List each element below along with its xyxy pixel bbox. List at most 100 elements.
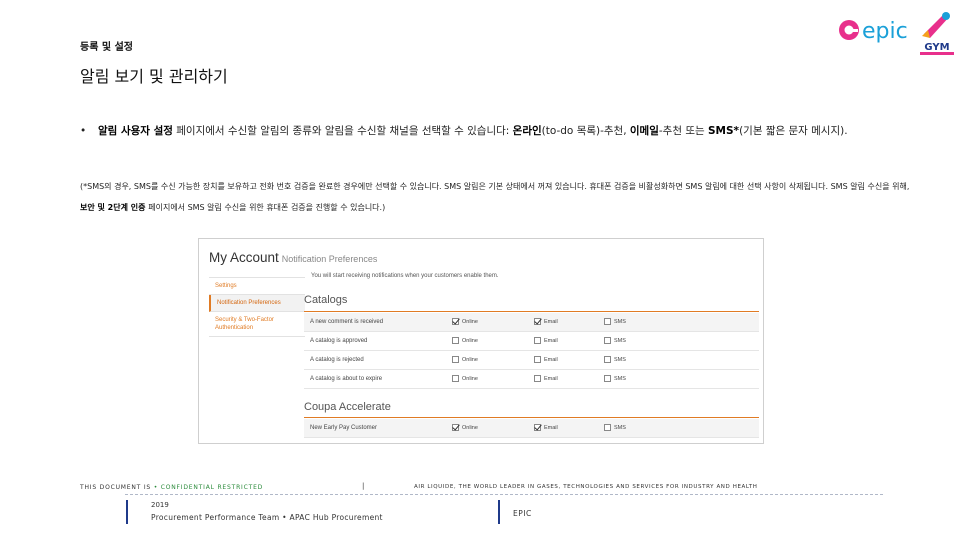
bold-online: 온라인 — [512, 125, 542, 137]
email-option[interactable]: Email — [534, 375, 558, 382]
option-label: SMS — [614, 375, 626, 382]
online-checkbox[interactable] — [452, 375, 459, 382]
footer-brand: EPIC — [513, 509, 532, 518]
email-checkbox[interactable] — [534, 337, 541, 344]
online-option[interactable]: Online — [452, 356, 478, 363]
notification-preferences-subtitle: Notification Preferences — [281, 254, 378, 264]
confidential-label: • CONFIDENTIAL RESTRICTED — [153, 484, 264, 491]
email-checkbox[interactable] — [534, 375, 541, 382]
bold-security-page: 보안 및 2단계 인증 — [80, 203, 149, 212]
page-title: 알림 보기 및 관리하기 — [80, 67, 228, 86]
option-label: Email — [544, 356, 558, 363]
description-bullet: • 알림 사용자 설정 페이지에서 수신할 알림의 종류와 알림을 수신할 채널… — [80, 118, 910, 144]
sms-note: (*SMS의 경우, SMS를 수신 가능한 장치를 보유하고 전화 번호 검증… — [80, 176, 910, 218]
epic-logo-text: epic — [862, 19, 908, 44]
table-row: New Early Pay Customer Online Email SMS — [304, 419, 759, 438]
sms-option[interactable]: SMS — [604, 424, 626, 431]
email-checkbox[interactable] — [534, 318, 541, 325]
footer-divider — [125, 494, 883, 495]
breadcrumb: 등록 및 설정 — [80, 42, 133, 53]
row-label: A catalog is about to expire — [310, 376, 383, 382]
bold-sms: SMS* — [707, 125, 740, 137]
accelerate-table: New Early Pay Customer Online Email SMS — [304, 419, 759, 438]
online-checkbox[interactable] — [452, 424, 459, 431]
text-segment: (기본 짧은 문자 메시지). — [739, 125, 848, 137]
email-checkbox[interactable] — [534, 424, 541, 431]
document-classification: THIS DOCUMENT IS • CONFIDENTIAL RESTRICT… — [80, 484, 263, 491]
sms-checkbox[interactable] — [604, 424, 611, 431]
gym-logo: GYM — [920, 12, 954, 55]
online-checkbox[interactable] — [452, 356, 459, 363]
section-divider — [304, 417, 759, 418]
sidebar-item-notification-preferences[interactable]: Notification Preferences — [209, 295, 305, 312]
text-segment: 페이지에서 수신할 알림의 종류와 알림을 수신할 채널을 선택할 수 있습니다… — [172, 125, 513, 137]
option-label: Email — [544, 337, 558, 344]
my-account-title: My Account — [209, 250, 279, 265]
sms-option[interactable]: SMS — [604, 375, 626, 382]
table-row: A new comment is received Online Email S… — [304, 313, 759, 332]
row-label: A catalog is rejected — [310, 357, 364, 363]
sidebar-item-security[interactable]: Security & Two-Factor Authentication — [209, 312, 305, 337]
sms-checkbox[interactable] — [604, 318, 611, 325]
option-label: Online — [462, 424, 478, 431]
bullet-dot: • — [80, 125, 87, 137]
sms-option[interactable]: SMS — [604, 356, 626, 363]
footer-year: 2019 — [151, 501, 169, 509]
sidebar-item-settings[interactable]: Settings — [209, 277, 305, 295]
email-option[interactable]: Email — [534, 424, 558, 431]
footer-accent-bar — [498, 500, 500, 524]
note-segment: 페이지에서 SMS 알림 수신을 위한 휴대폰 검증을 진행할 수 있습니다.) — [148, 203, 386, 212]
bold-email: 이메일 — [629, 125, 659, 137]
option-label: Online — [462, 375, 478, 382]
option-label: SMS — [614, 318, 626, 325]
email-option[interactable]: Email — [534, 318, 558, 325]
note-segment: (*SMS의 경우, SMS를 수신 가능한 장치를 보유하고 전화 번호 검증… — [80, 182, 910, 191]
sms-checkbox[interactable] — [604, 375, 611, 382]
option-label: Email — [544, 375, 558, 382]
sms-checkbox[interactable] — [604, 356, 611, 363]
row-label: A new comment is received — [310, 319, 384, 325]
online-option[interactable]: Online — [452, 375, 478, 382]
epic-logo: epic — [839, 19, 908, 44]
notification-preferences-screenshot: My Account Notification Preferences You w… — [198, 238, 764, 444]
section-title-coupa-accelerate: Coupa Accelerate — [304, 401, 391, 413]
email-option[interactable]: Email — [534, 337, 558, 344]
online-option[interactable]: Online — [452, 424, 478, 431]
online-checkbox[interactable] — [452, 318, 459, 325]
text-segment: (to-do 목록)-추천, — [541, 125, 630, 137]
bullet-text: 알림 사용자 설정 페이지에서 수신할 알림의 종류와 알림을 수신할 채널을 … — [98, 118, 910, 144]
footer-separator: | — [362, 482, 365, 490]
online-checkbox[interactable] — [452, 337, 459, 344]
email-option[interactable]: Email — [534, 356, 558, 363]
option-label: Online — [462, 337, 478, 344]
account-header: My Account Notification Preferences — [209, 249, 377, 267]
online-option[interactable]: Online — [452, 318, 478, 325]
row-label: New Early Pay Customer — [310, 425, 378, 431]
catalogs-table: A new comment is received Online Email S… — [304, 313, 759, 389]
doc-label: THIS DOCUMENT IS — [80, 484, 154, 491]
company-tagline: AIR LIQUIDE, THE WORLD LEADER IN GASES, … — [414, 484, 758, 490]
option-label: Email — [544, 424, 558, 431]
sms-option[interactable]: SMS — [604, 318, 626, 325]
receive-info-text: You will start receiving notifications w… — [311, 273, 499, 279]
option-label: Email — [544, 318, 558, 325]
option-label: Online — [462, 356, 478, 363]
sms-option[interactable]: SMS — [604, 337, 626, 344]
sms-checkbox[interactable] — [604, 337, 611, 344]
email-checkbox[interactable] — [534, 356, 541, 363]
table-row: A catalog is rejected Online Email SMS — [304, 351, 759, 370]
text-segment: -추천 또는 — [658, 125, 708, 137]
section-divider — [304, 311, 759, 312]
option-label: SMS — [614, 356, 626, 363]
table-row: A catalog is about to expire Online Emai… — [304, 370, 759, 389]
section-title-catalogs: Catalogs — [304, 294, 348, 306]
option-label: SMS — [614, 424, 626, 431]
option-label: Online — [462, 318, 478, 325]
online-option[interactable]: Online — [452, 337, 478, 344]
option-label: SMS — [614, 337, 626, 344]
row-label: A catalog is approved — [310, 338, 368, 344]
account-sidebar: Settings Notification Preferences Securi… — [209, 277, 305, 337]
footer-team: Procurement Performance Team • APAC Hub … — [151, 513, 383, 522]
table-row: A catalog is approved Online Email SMS — [304, 332, 759, 351]
gym-logo-text: GYM — [924, 42, 949, 53]
